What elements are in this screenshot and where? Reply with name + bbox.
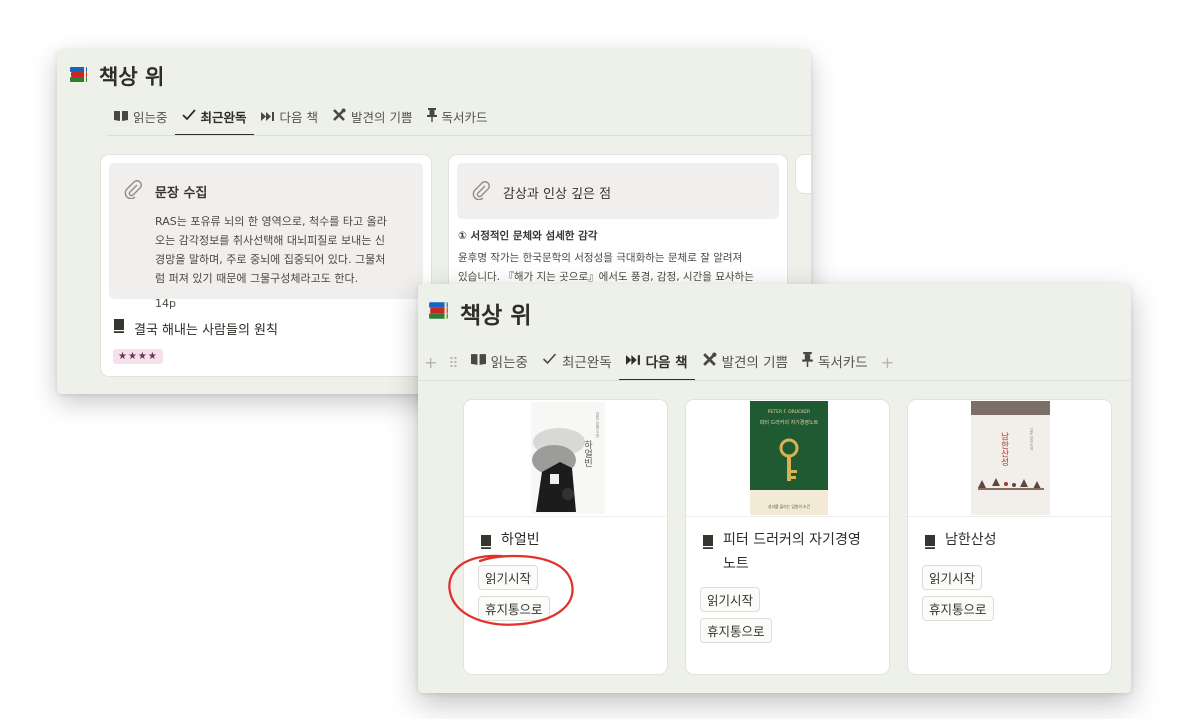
quote-line: 오는 감각정보를 취사선택해 대뇌피질로 보내는 신 <box>155 234 386 247</box>
quote-callout: 문장 수집 RAS는 포유류 뇌의 한 영역으로, 척수를 타고 올라 오는 감… <box>109 163 423 310</box>
document-icon <box>924 533 936 557</box>
view-tabs: + ⠿ 읽는중 최근완독 다음 책 발견의 기쁨 독서카드 + <box>418 346 899 381</box>
cover-title-text: 남한산성 <box>999 432 1009 466</box>
front-notion-window: 책상 위 + ⠿ 읽는중 최근완독 다음 책 발견의 기쁨 독서카드 + 하얼빈… <box>418 284 1131 693</box>
rating-badge: ★★★★ <box>113 349 163 364</box>
start-reading-button[interactable]: 읽기시작 <box>922 565 983 590</box>
books-stack-icon <box>69 64 89 88</box>
tools-icon <box>332 108 346 125</box>
drag-handle-icon[interactable]: ⠿ <box>442 356 463 380</box>
screenshot-canvas: 책상 위 읽는중 최근완독 다음 책 발견의 기쁨 독서카드 문장 수집 RAS… <box>0 0 1200 719</box>
callout-title: 감상과 인상 깊은 점 <box>503 186 612 202</box>
paperclip-icon <box>123 179 143 203</box>
cover-blurb-text: 성과를 올리는 임원의 조건 <box>768 504 811 509</box>
add-view-icon[interactable]: + <box>875 353 899 380</box>
tab-next-book[interactable]: 다음 책 <box>618 351 695 381</box>
tab-reading[interactable]: 읽는중 <box>107 107 175 135</box>
book-cover: 하얼빈 김훈 장편소설 <box>464 400 667 517</box>
harbin-cover-image: 하얼빈 김훈 장편소설 <box>531 402 605 514</box>
move-to-trash-button[interactable]: 휴지통으로 <box>700 618 772 643</box>
fast-forward-icon <box>260 109 275 124</box>
tab-reading[interactable]: 읽는중 <box>464 351 535 380</box>
impression-line: 윤후명 작가는 한국문학의 서정성을 극대화하는 문체로 잘 알려져 <box>458 252 743 264</box>
page-title: 책상 위 <box>428 296 532 330</box>
open-book-icon <box>114 109 128 124</box>
cover-title-text: 피터 드러커의 자기경영노트 <box>760 419 819 426</box>
callout-title: 문장 수집 <box>155 185 208 201</box>
tab-reading-cards[interactable]: 독서카드 <box>420 107 495 135</box>
drucker-cover-image: PETER F. DRUCKER 피터 드러커의 자기경영노트 성과를 올리는 … <box>750 401 828 515</box>
cover-author-text: 김훈 장편소설 <box>1029 427 1034 451</box>
tab-reading-cards[interactable]: 독서카드 <box>795 351 875 380</box>
red-annotation-circle <box>448 554 574 626</box>
book-card-namhansanseong[interactable]: 남한산성 김훈 장편소설 남한산성 읽기시작 휴지통으로 <box>907 399 1112 675</box>
fast-forward-icon <box>625 353 641 369</box>
cover-author-text: 김훈 장편소설 <box>595 411 600 438</box>
book-title[interactable]: 피터 드러커의 자기경영 노트 <box>723 528 861 576</box>
quote-line: 경망을 말하며, 주로 중뇌에 집중되어 있다. 그물처 <box>155 253 386 266</box>
page-title: 책상 위 <box>69 61 164 91</box>
tabs-divider <box>107 135 811 136</box>
checkmark-icon <box>181 109 196 124</box>
quote-line: RAS는 포유류 뇌의 한 영역으로, 척수를 타고 올라 <box>155 215 387 228</box>
document-icon <box>702 533 714 557</box>
open-book-icon <box>470 353 486 369</box>
tab-joy-of-discovery[interactable]: 발견의 기쁨 <box>695 351 795 380</box>
book-title[interactable]: 하얼빈 <box>501 528 540 552</box>
cover-title-text: 하얼빈 <box>582 440 592 467</box>
books-stack-icon <box>428 300 450 326</box>
reading-card-1[interactable]: 문장 수집 RAS는 포유류 뇌의 한 영역으로, 척수를 타고 올라 오는 감… <box>100 154 432 377</box>
pushpin-icon <box>802 351 813 371</box>
add-block-icon[interactable]: + <box>418 353 442 380</box>
tab-joy-of-discovery[interactable]: 발견의 기쁨 <box>325 107 419 135</box>
pushpin-icon <box>426 108 437 125</box>
tab-recently-finished[interactable]: 최근완독 <box>535 351 619 380</box>
checkmark-icon <box>542 353 557 369</box>
reading-card-3-partial[interactable] <box>795 154 811 194</box>
book-cover: PETER F. DRUCKER 피터 드러커의 자기경영노트 성과를 올리는 … <box>686 400 889 517</box>
paperclip-icon <box>471 180 491 204</box>
quote-line: 럼 퍼져 있기 때문에 그물구성체라고도 한다. <box>155 272 359 285</box>
namhansanseong-cover-image: 남한산성 김훈 장편소설 <box>971 401 1050 515</box>
view-tabs: 읽는중 최근완독 다음 책 발견의 기쁨 독서카드 <box>107 105 495 136</box>
impression-subheading: ① 서정적인 문체와 섬세한 감각 <box>458 230 598 242</box>
impression-callout: 감상과 인상 깊은 점 <box>457 163 779 219</box>
page-number: 14p <box>155 297 176 310</box>
book-card-drucker[interactable]: PETER F. DRUCKER 피터 드러커의 자기경영노트 성과를 올리는 … <box>685 399 890 675</box>
cover-author-text: PETER F. DRUCKER <box>768 409 810 415</box>
book-card-harbin[interactable]: 하얼빈 김훈 장편소설 하얼빈 읽기시작 휴지통으로 <box>463 399 668 675</box>
tools-icon <box>702 352 717 371</box>
book-title[interactable]: 남한산성 <box>945 528 997 552</box>
book-title[interactable]: 결국 해내는 사람들의 원칙 <box>134 319 278 338</box>
tab-recently-finished[interactable]: 최근완독 <box>174 107 254 136</box>
tabs-divider <box>418 380 1131 381</box>
book-cover: 남한산성 김훈 장편소설 <box>908 400 1111 517</box>
move-to-trash-button[interactable]: 휴지통으로 <box>922 596 994 621</box>
tab-next-book[interactable]: 다음 책 <box>254 107 325 135</box>
document-icon <box>113 319 125 337</box>
start-reading-button[interactable]: 읽기시작 <box>700 587 761 612</box>
